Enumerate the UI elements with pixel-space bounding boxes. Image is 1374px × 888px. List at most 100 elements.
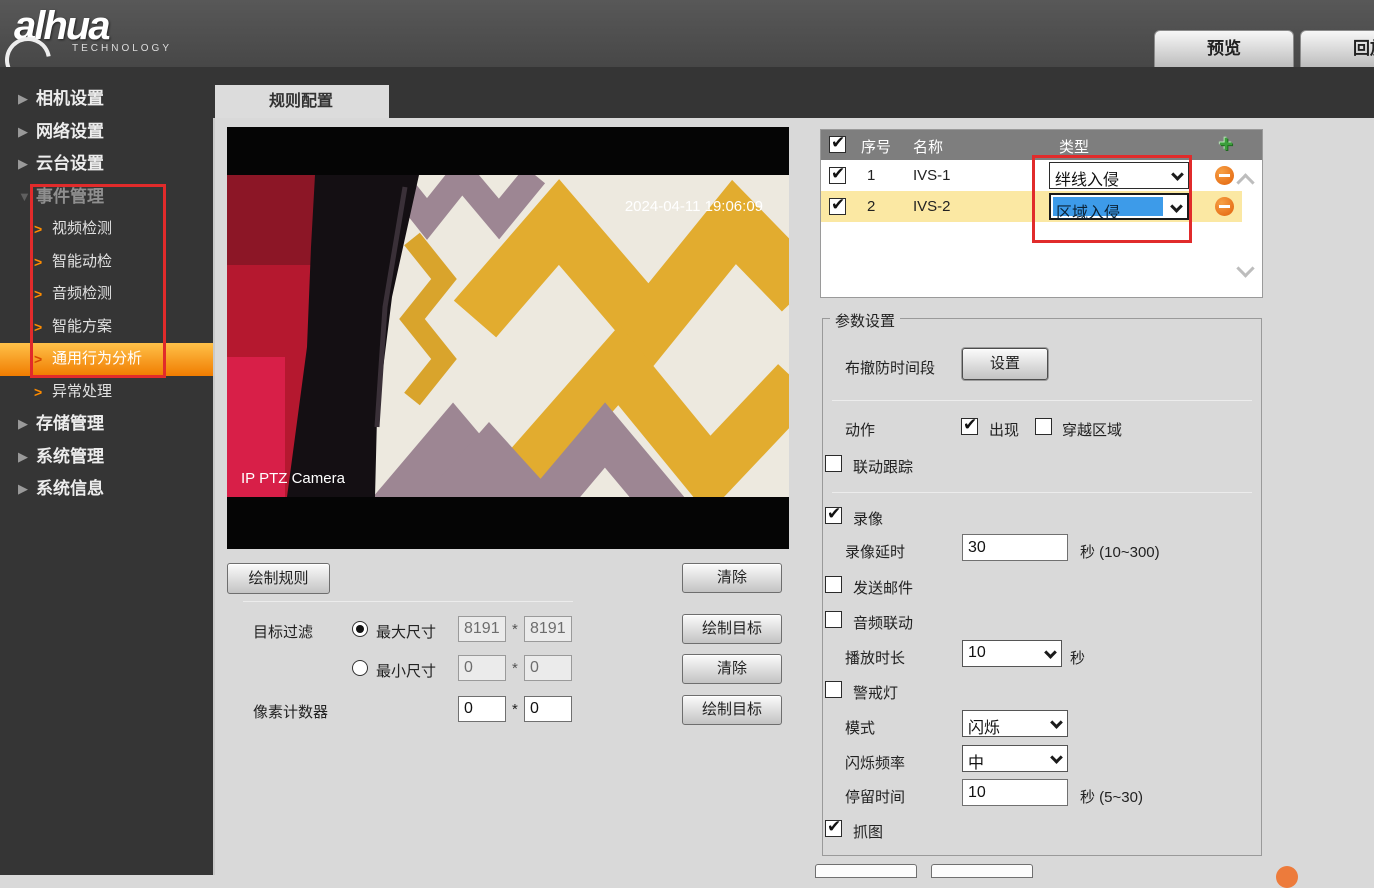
add-rule-icon[interactable]: + (1219, 131, 1233, 159)
table-row[interactable]: 1 IVS-1 绊线入侵 (821, 160, 1262, 191)
top-bar: alhua TECHNOLOGY 预览 回放 (0, 0, 1374, 67)
chevron-right-icon: > (34, 246, 42, 279)
audio-link-checkbox[interactable] (825, 611, 842, 628)
pixel-counter-label: 像素计数器 (253, 701, 328, 722)
video-preview-canvas[interactable]: 2024-04-11 19:06:09 IP PTZ Camera (227, 127, 789, 549)
play-duration-select[interactable]: 10 (962, 640, 1062, 667)
flicker-freq-select[interactable]: 中 (962, 745, 1068, 772)
clear-rule-button[interactable]: 清除 (682, 563, 782, 593)
stay-time-label: 停留时间 (845, 786, 905, 807)
divider (832, 400, 1252, 401)
max-height-input[interactable] (524, 616, 572, 642)
stay-time-input[interactable] (962, 779, 1068, 806)
sidebar-item-video-detect[interactable]: >视频检测 (0, 213, 215, 246)
record-label: 录像 (853, 508, 883, 529)
table-row-selected[interactable]: 2 IVS-2 区域入侵 (821, 191, 1242, 222)
min-height-input[interactable] (524, 655, 572, 681)
selected-option-highlight: 区域入侵 (1053, 197, 1163, 216)
draw-target-button-2[interactable]: 绘制目标 (682, 695, 782, 725)
pixel-height-input[interactable] (524, 696, 572, 722)
snapshot-checkbox[interactable] (825, 820, 842, 837)
mode-select[interactable]: 闪烁 (962, 710, 1068, 737)
divider (832, 492, 1252, 493)
delete-rule-icon[interactable] (1215, 197, 1234, 216)
flicker-freq-label: 闪烁频率 (845, 752, 905, 773)
mode-label: 模式 (845, 717, 875, 738)
camera-name-overlay: IP PTZ Camera (241, 470, 346, 487)
pixel-width-input[interactable] (458, 696, 506, 722)
param-settings-legend: 参数设置 (830, 310, 900, 331)
play-duration-label: 播放时长 (845, 647, 905, 668)
draw-target-button[interactable]: 绘制目标 (682, 614, 782, 644)
chevron-down-icon (1171, 168, 1184, 181)
cross-region-checkbox[interactable] (1035, 418, 1052, 435)
sidebar-item-network[interactable]: ▶网络设置 (0, 116, 215, 149)
star-separator: * (512, 621, 518, 638)
triangle-right-icon: ▶ (18, 441, 28, 474)
draw-rule-button[interactable]: 绘制规则 (227, 563, 330, 594)
sidebar-item-sysinfo[interactable]: ▶系统信息 (0, 473, 215, 506)
tab-rule-config[interactable]: 规则配置 (213, 85, 389, 118)
min-size-label: 最小尺寸 (376, 660, 436, 681)
link-track-checkbox[interactable] (825, 455, 842, 472)
clear-target-button[interactable]: 清除 (682, 654, 782, 684)
select-all-checkbox[interactable] (829, 136, 846, 153)
send-email-checkbox[interactable] (825, 576, 842, 593)
triangle-right-icon: ▶ (18, 473, 28, 506)
delete-rule-icon[interactable] (1215, 166, 1234, 185)
warning-light-checkbox[interactable] (825, 681, 842, 698)
chevron-right-icon: > (34, 278, 42, 311)
appear-label: 出现 (989, 419, 1019, 440)
record-delay-input[interactable] (962, 534, 1068, 561)
record-delay-unit: 秒 (10~300) (1080, 541, 1160, 562)
link-track-label: 联动跟踪 (853, 456, 913, 477)
action-label: 动作 (845, 419, 875, 440)
sidebar: ▶相机设置 ▶网络设置 ▶云台设置 ▼事件管理 >视频检测 >智能动检 >音频检… (0, 67, 215, 875)
sidebar-item-storage[interactable]: ▶存储管理 (0, 408, 215, 441)
bottom-button-partial[interactable] (931, 864, 1033, 878)
sidebar-item-ptz[interactable]: ▶云台设置 (0, 148, 215, 181)
col-type: 类型 (1059, 136, 1089, 157)
star-separator: * (512, 701, 518, 718)
dahua-logo: alhua TECHNOLOGY (14, 4, 172, 54)
schedule-set-button[interactable]: 设置 (962, 348, 1048, 380)
appear-checkbox[interactable] (961, 418, 978, 435)
rule-table-header: 序号 名称 类型 + (821, 130, 1262, 160)
row-checkbox[interactable] (829, 167, 846, 184)
sidebar-item-system[interactable]: ▶系统管理 (0, 441, 215, 474)
max-size-radio[interactable] (352, 621, 368, 637)
stay-time-unit: 秒 (5~30) (1080, 786, 1143, 807)
triangle-right-icon: ▶ (18, 83, 28, 116)
chevron-right-icon: > (34, 213, 42, 246)
record-checkbox[interactable] (825, 507, 842, 524)
sidebar-item-smart-motion[interactable]: >智能动检 (0, 246, 215, 279)
sidebar-item-smart-plan[interactable]: >智能方案 (0, 311, 215, 344)
max-width-input[interactable] (458, 616, 506, 642)
chevron-down-icon (1044, 646, 1057, 659)
row-checkbox[interactable] (829, 198, 846, 215)
schedule-label: 布撤防时间段 (845, 357, 935, 378)
sidebar-item-camera[interactable]: ▶相机设置 (0, 83, 215, 116)
playback-button[interactable]: 回放 (1300, 30, 1374, 67)
sidebar-item-event[interactable]: ▼事件管理 (0, 181, 215, 214)
type-select-focused[interactable]: 区域入侵 (1049, 193, 1189, 220)
divider (243, 601, 573, 602)
snapshot-label: 抓图 (853, 821, 883, 842)
play-duration-unit: 秒 (1070, 647, 1085, 668)
rule-table: 序号 名称 类型 + 1 IVS-1 绊线入侵 2 IVS-2 区域入侵 (820, 129, 1263, 298)
sidebar-item-audio-detect[interactable]: >音频检测 (0, 278, 215, 311)
sidebar-item-abnormal[interactable]: >异常处理 (0, 376, 215, 409)
chevron-down-icon (1170, 200, 1183, 213)
min-size-radio[interactable] (352, 660, 368, 676)
type-select[interactable]: 绊线入侵 (1049, 162, 1189, 189)
min-width-input[interactable] (458, 655, 506, 681)
scroll-down-icon[interactable] (1236, 259, 1254, 277)
col-seq: 序号 (861, 136, 891, 157)
triangle-right-icon: ▶ (18, 116, 28, 149)
preview-button[interactable]: 预览 (1154, 30, 1294, 67)
bottom-orange-dot-partial[interactable] (1276, 866, 1298, 888)
cross-region-label: 穿越区域 (1062, 419, 1122, 440)
bottom-button-partial[interactable] (815, 864, 917, 878)
sidebar-item-ivs-active[interactable]: >通用行为分析 (0, 343, 215, 376)
chevron-right-icon: > (34, 343, 42, 376)
